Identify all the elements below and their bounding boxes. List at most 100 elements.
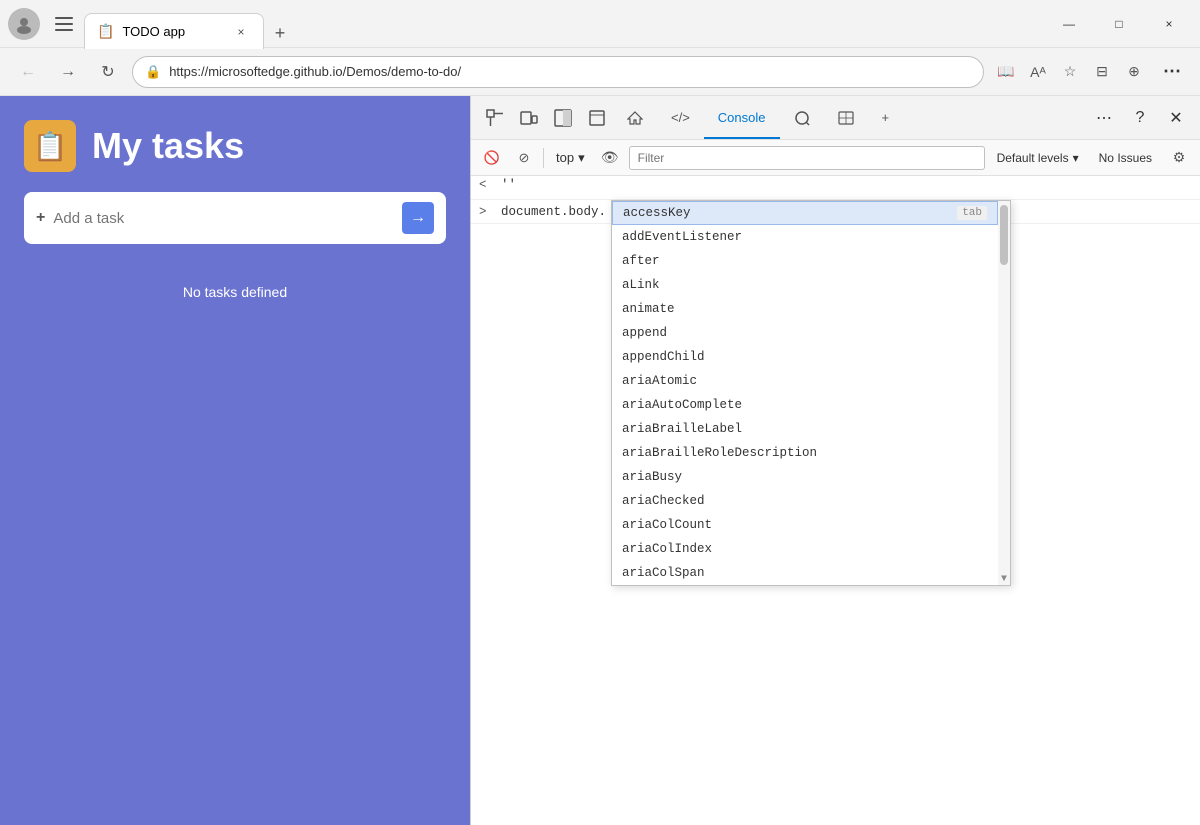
lock-icon: 🔒: [145, 64, 161, 80]
add-task-submit-btn[interactable]: →: [402, 202, 434, 234]
help-btn[interactable]: ?: [1124, 102, 1156, 134]
context-label: top: [556, 150, 574, 165]
add-task-plus-icon: +: [36, 209, 45, 227]
add-task-input[interactable]: [53, 210, 394, 227]
window-controls: — □ ×: [1046, 8, 1192, 40]
sidebar-toggle-btn[interactable]: [48, 8, 80, 40]
autocomplete-wrap: > document.body. accessKeytabaddEventLis…: [471, 200, 1200, 224]
profile-avatar[interactable]: [8, 8, 40, 40]
favorites-btn[interactable]: ☆: [1056, 58, 1084, 86]
browser-window: 📋 TODO app × + — □ × ← → ↻ 🔒 📖 Aᴬ ☆ ⊟ ⊕ …: [0, 0, 1200, 825]
autocomplete-item-label: append: [622, 326, 988, 340]
active-tab[interactable]: 📋 TODO app ×: [84, 13, 264, 49]
device-emulation-btn[interactable]: [513, 102, 545, 134]
tab-debugger[interactable]: [780, 99, 824, 139]
devtools-close-btn[interactable]: ✕: [1160, 102, 1192, 134]
autocomplete-item[interactable]: animate: [612, 297, 998, 321]
autocomplete-item-label: aLink: [622, 278, 988, 292]
clear-console-btn[interactable]: 🚫: [479, 145, 505, 171]
todo-app-title: My tasks: [92, 125, 244, 167]
autocomplete-item[interactable]: accessKeytab: [612, 201, 998, 225]
collections-btn[interactable]: ⊕: [1120, 58, 1148, 86]
read-aloud-btn[interactable]: Aᴬ: [1024, 58, 1052, 86]
autocomplete-item[interactable]: ariaBrailleRoleDescription: [612, 441, 998, 465]
tab-sources[interactable]: </>: [657, 99, 704, 139]
autocomplete-dropdown: accessKeytab addEventListener after aLink an…: [611, 200, 1011, 586]
autocomplete-item[interactable]: ariaChecked: [612, 489, 998, 513]
autocomplete-item-label: ariaChecked: [622, 494, 988, 508]
elements-tab-icon[interactable]: [581, 102, 613, 134]
tab-console[interactable]: Console: [704, 99, 780, 139]
block-requests-btn[interactable]: ⊘: [511, 145, 537, 171]
address-action-btns: 📖 Aᴬ ☆ ⊟ ⊕: [992, 58, 1148, 86]
dock-btn[interactable]: [547, 102, 579, 134]
tab-favicon: 📋: [97, 23, 114, 40]
refresh-btn[interactable]: ↻: [92, 56, 124, 88]
autocomplete-item-label: ariaBrailleRoleDescription: [622, 446, 988, 460]
autocomplete-item-label: after: [622, 254, 988, 268]
more-options-btn[interactable]: ⋯: [1156, 56, 1188, 88]
forward-btn[interactable]: →: [52, 56, 84, 88]
split-screen-btn[interactable]: ⊟: [1088, 58, 1116, 86]
autocomplete-item-label: ariaBrailleLabel: [622, 422, 988, 436]
tab-title: TODO app: [122, 24, 223, 39]
back-btn[interactable]: ←: [12, 56, 44, 88]
console-settings-btn[interactable]: ⚙: [1166, 145, 1192, 171]
autocomplete-scrollbar: ▼: [998, 201, 1010, 585]
devtools-toolbar: </> Console + ⋯ ? ✕: [471, 96, 1200, 140]
no-tasks-message: No tasks defined: [24, 284, 446, 300]
log-levels-btn[interactable]: Default levels ▾: [991, 149, 1085, 167]
autocomplete-item[interactable]: after: [612, 249, 998, 273]
autocomplete-item-label: addEventListener: [622, 230, 988, 244]
console-output-line: < '': [471, 176, 1200, 200]
autocomplete-item[interactable]: ariaAtomic: [612, 369, 998, 393]
scroll-down-arrow[interactable]: ▼: [998, 573, 1010, 585]
autocomplete-item-label: ariaColIndex: [622, 542, 988, 556]
more-tools-devtools-btn[interactable]: ⋯: [1088, 102, 1120, 134]
no-issues-btn[interactable]: No Issues: [1091, 149, 1160, 167]
autocomplete-item-label: accessKey: [623, 206, 957, 220]
input-prompt: >: [479, 205, 495, 219]
content-area: 📋 My tasks + → No tasks defined: [0, 96, 1200, 825]
tab-close-btn[interactable]: ×: [231, 22, 251, 42]
autocomplete-item[interactable]: ariaColCount: [612, 513, 998, 537]
log-levels-arrow-icon: ▾: [1073, 151, 1079, 165]
context-arrow-icon: ▾: [578, 150, 585, 166]
tab-more[interactable]: +: [868, 99, 904, 139]
autocomplete-item[interactable]: appendChild: [612, 345, 998, 369]
context-selector[interactable]: top ▾: [550, 148, 591, 168]
devtools-panel: </> Console + ⋯ ? ✕: [470, 96, 1200, 825]
tab-home[interactable]: [613, 99, 657, 139]
autocomplete-item[interactable]: ariaBrailleLabel: [612, 417, 998, 441]
autocomplete-item[interactable]: append: [612, 321, 998, 345]
autocomplete-item-label: ariaColCount: [622, 518, 988, 532]
autocomplete-item[interactable]: ariaColSpan: [612, 561, 998, 585]
new-tab-btn[interactable]: +: [266, 19, 294, 47]
console-filter-input[interactable]: [629, 146, 985, 170]
address-input[interactable]: [169, 64, 971, 79]
autocomplete-item-label: ariaAutoComplete: [622, 398, 988, 412]
live-expressions-btn[interactable]: 👁: [597, 145, 623, 171]
todo-panel: 📋 My tasks + → No tasks defined: [0, 96, 470, 825]
console-filter-bar: 🚫 ⊘ top ▾ 👁 Default levels ▾ No Issues ⚙: [471, 140, 1200, 176]
maximize-btn[interactable]: □: [1096, 8, 1142, 40]
autocomplete-item[interactable]: addEventListener: [612, 225, 998, 249]
address-bar-input-wrap: 🔒: [132, 56, 984, 88]
autocomplete-item[interactable]: ariaBusy: [612, 465, 998, 489]
autocomplete-item[interactable]: ariaAutoComplete: [612, 393, 998, 417]
autocomplete-item[interactable]: aLink: [612, 273, 998, 297]
scroll-thumb: [1000, 205, 1008, 265]
close-btn[interactable]: ×: [1146, 8, 1192, 40]
autocomplete-item[interactable]: ariaColIndex: [612, 537, 998, 561]
autocomplete-item-label: ariaAtomic: [622, 374, 988, 388]
tab-network[interactable]: [824, 99, 868, 139]
inspect-element-btn[interactable]: [479, 102, 511, 134]
todo-header: 📋 My tasks: [24, 120, 446, 172]
autocomplete-item-label: appendChild: [622, 350, 988, 364]
minimize-btn[interactable]: —: [1046, 8, 1092, 40]
autocomplete-list: accessKeytab addEventListener after aLink an…: [612, 201, 998, 585]
reading-view-btn[interactable]: 📖: [992, 58, 1020, 86]
output-prompt: <: [479, 178, 495, 192]
todo-app-icon: 📋: [24, 120, 76, 172]
address-bar: ← → ↻ 🔒 📖 Aᴬ ☆ ⊟ ⊕ ⋯: [0, 48, 1200, 96]
